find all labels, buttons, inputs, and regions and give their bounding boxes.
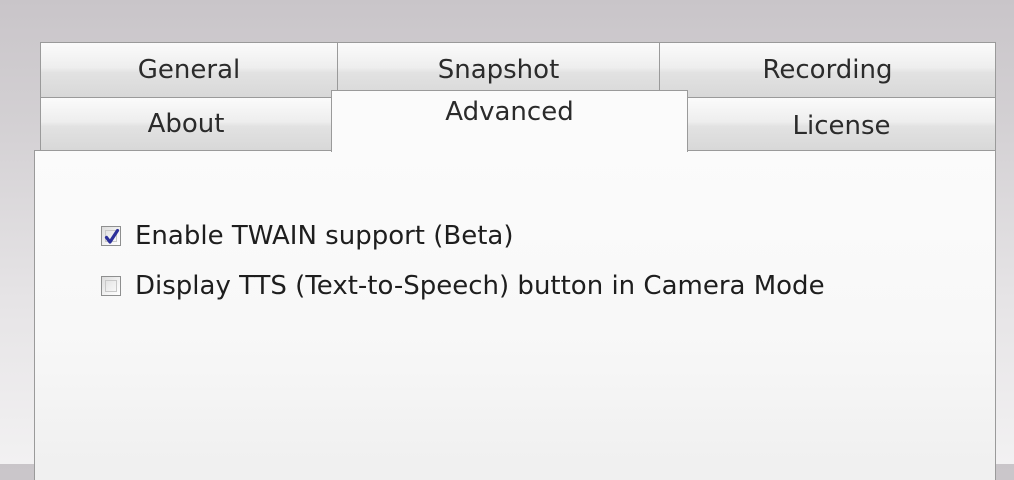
enable-twain-label[interactable]: Enable TWAIN support (Beta) — [135, 221, 514, 251]
tab-license[interactable]: License — [687, 97, 996, 151]
enable-twain-checkbox[interactable] — [101, 226, 121, 246]
tab-snapshot-label: Snapshot — [437, 55, 560, 85]
tab-recording-label: Recording — [762, 55, 893, 85]
display-tts-checkbox[interactable] — [101, 276, 121, 296]
tab-recording[interactable]: Recording — [659, 42, 996, 98]
tab-general[interactable]: General — [40, 42, 338, 98]
tab-advanced[interactable]: Advanced — [331, 90, 688, 152]
tab-advanced-label: Advanced — [445, 96, 574, 127]
tab-about[interactable]: About — [40, 97, 332, 151]
tab-about-label: About — [147, 109, 225, 139]
tab-general-label: General — [137, 55, 241, 85]
tab-license-label: License — [792, 110, 891, 141]
option-display-tts[interactable]: Display TTS (Text-to-Speech) button in C… — [101, 269, 825, 303]
display-tts-label[interactable]: Display TTS (Text-to-Speech) button in C… — [135, 271, 825, 301]
check-mark-icon — [104, 228, 120, 244]
advanced-panel: Enable TWAIN support (Beta) Display TTS … — [34, 150, 996, 480]
settings-window: General Snapshot Recording About Advance… — [0, 0, 1014, 480]
option-enable-twain[interactable]: Enable TWAIN support (Beta) — [101, 219, 514, 253]
